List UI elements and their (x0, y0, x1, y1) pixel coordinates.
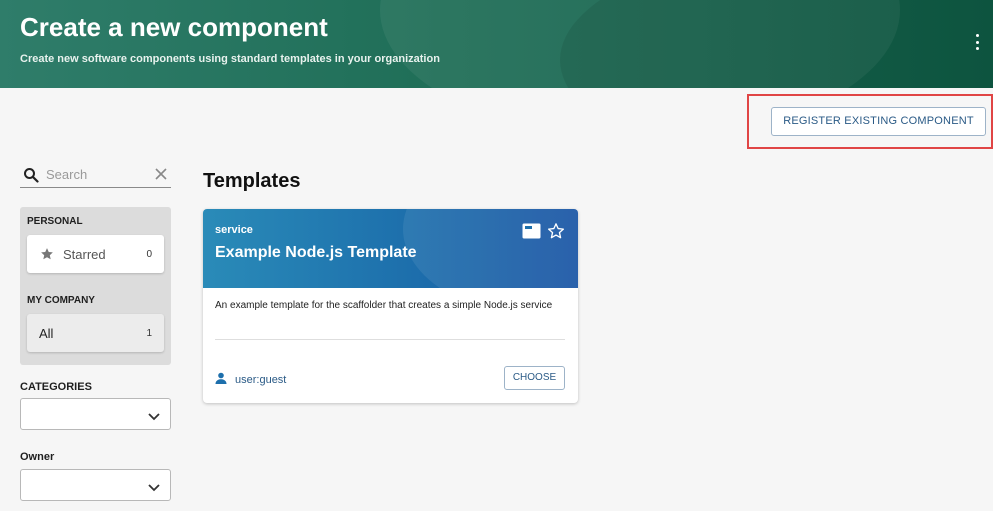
kebab-menu-icon[interactable] (972, 34, 982, 50)
owner-label: Owner (20, 451, 55, 463)
page-subtitle: Create new software components using sta… (20, 53, 440, 65)
filter-panel: PERSONAL Starred 0 MY COMPANY All 1 (20, 207, 171, 365)
star-outline-icon[interactable] (547, 222, 565, 245)
categories-select[interactable] (20, 398, 171, 430)
docs-icon[interactable] (522, 223, 541, 244)
card-header-decoration (403, 209, 578, 288)
header-decoration-2 (560, 0, 993, 88)
categories-label: CATEGORIES (20, 381, 92, 393)
personal-heading: PERSONAL (27, 216, 83, 227)
filter-item-label: All (39, 326, 54, 341)
card-type: service (215, 224, 253, 236)
card-description: An example template for the scaffolder t… (215, 300, 553, 311)
search-icon (23, 167, 39, 188)
filter-item-label: Starred (63, 247, 106, 262)
filter-item-count: 1 (146, 328, 152, 339)
close-icon[interactable] (154, 167, 168, 186)
user-icon (215, 371, 227, 389)
filter-item-all[interactable]: All 1 (27, 314, 164, 352)
card-divider (215, 339, 565, 340)
card-title: Example Node.js Template (215, 244, 417, 261)
card-header: service Example Node.js Template (203, 209, 578, 288)
choose-button[interactable]: CHOOSE (504, 366, 565, 390)
chevron-down-icon (148, 409, 160, 427)
owner-name: user:guest (235, 374, 287, 386)
filter-item-count: 0 (146, 249, 152, 260)
template-card: service Example Node.js Template An exam… (203, 209, 578, 403)
templates-heading: Templates (203, 170, 301, 192)
page-title: Create a new component (20, 12, 328, 42)
page-header: Create a new component Create new softwa… (0, 0, 993, 88)
search-field[interactable]: Search (20, 164, 171, 188)
star-icon (40, 247, 54, 266)
search-input[interactable]: Search (46, 167, 87, 182)
owner-select[interactable] (20, 469, 171, 501)
company-heading: MY COMPANY (27, 295, 95, 306)
filter-item-starred[interactable]: Starred 0 (27, 235, 164, 273)
chevron-down-icon (148, 480, 160, 498)
card-owner-link[interactable]: user:guest (215, 371, 286, 389)
register-existing-component-button[interactable]: REGISTER EXISTING COMPONENT (771, 107, 986, 136)
